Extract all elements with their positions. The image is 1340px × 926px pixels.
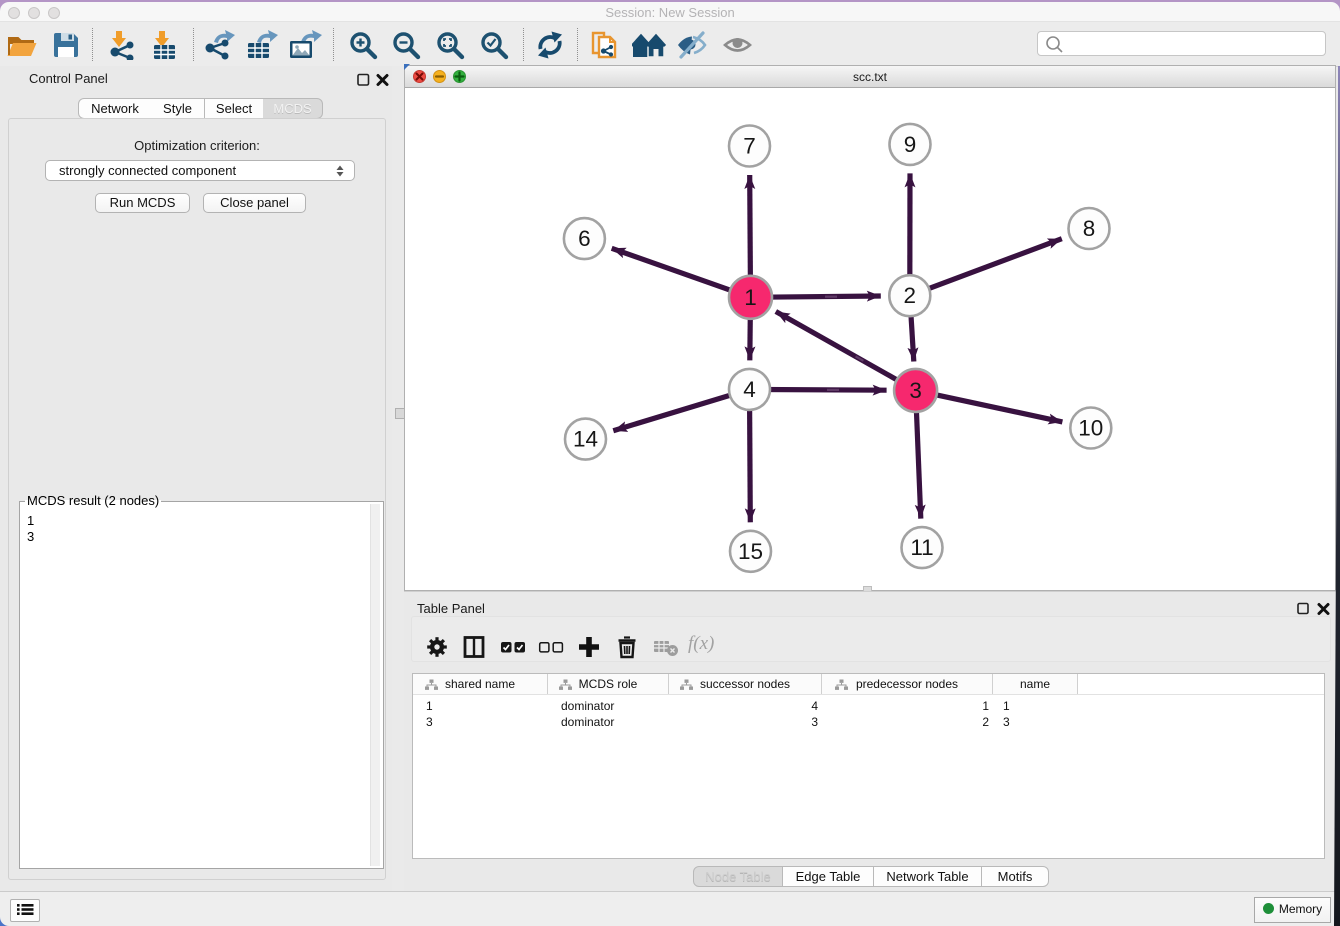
svg-text:1: 1 (744, 285, 757, 310)
svg-text:2: 2 (904, 283, 917, 308)
svg-text:7: 7 (743, 134, 756, 159)
svg-text:3: 3 (909, 378, 922, 403)
svg-text:6: 6 (578, 226, 591, 251)
svg-text:10: 10 (1078, 416, 1103, 441)
svg-text:11: 11 (910, 535, 933, 560)
svg-text:8: 8 (1083, 216, 1096, 241)
svg-text:4: 4 (743, 377, 756, 402)
svg-text:9: 9 (904, 132, 917, 157)
svg-text:14: 14 (573, 427, 598, 452)
svg-text:15: 15 (738, 539, 763, 564)
